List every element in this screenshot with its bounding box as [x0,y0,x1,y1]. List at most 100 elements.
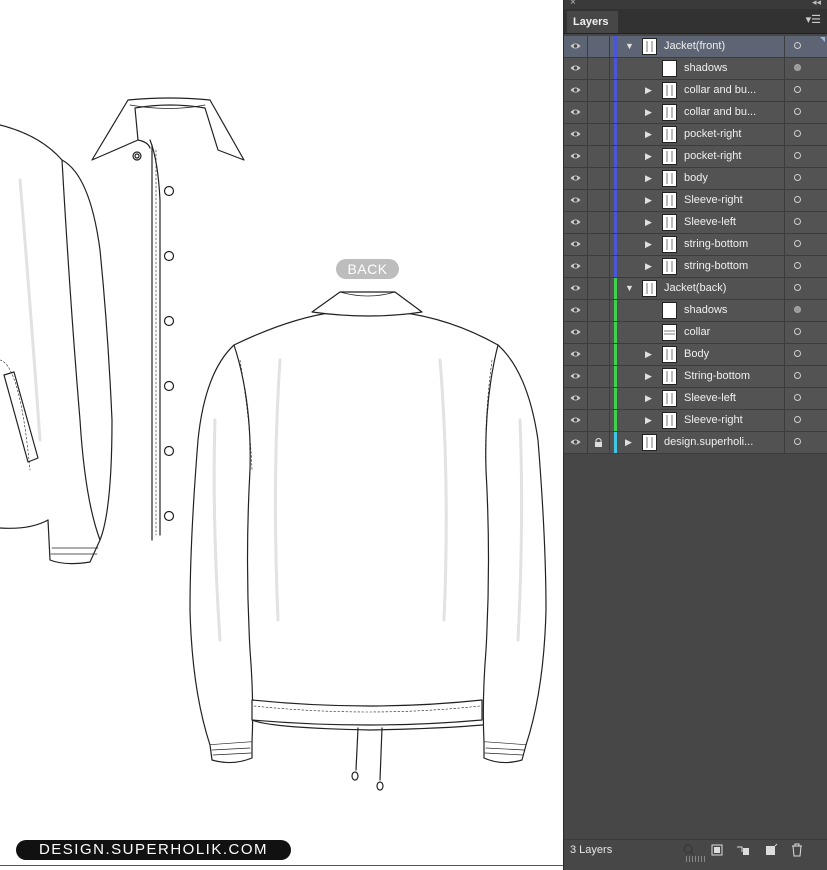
layer-row[interactable]: ▶ string-bottom [564,256,827,278]
visibility-eye-icon[interactable] [564,300,588,321]
panel-title-bar[interactable]: × ◂◂ [564,0,827,9]
expand-triangle-icon[interactable]: ▶ [625,432,632,453]
target-circle-icon[interactable] [784,432,827,453]
layer-row[interactable]: ▶ pocket-right [564,146,827,168]
layer-name[interactable]: Jacket(back) [664,278,726,299]
lock-toggle[interactable] [588,146,610,167]
layer-row[interactable]: ▼ Jacket(back) [564,278,827,300]
target-circle-icon[interactable] [784,80,827,101]
visibility-eye-icon[interactable] [564,388,588,409]
layer-name[interactable]: String-bottom [684,366,750,387]
target-circle-icon[interactable] [784,278,827,299]
layer-row[interactable]: ▶ collar and bu... [564,80,827,102]
tab-layers[interactable]: Layers [567,11,619,33]
lock-toggle[interactable] [588,58,610,79]
visibility-eye-icon[interactable] [564,146,588,167]
visibility-eye-icon[interactable] [564,168,588,189]
lock-toggle[interactable] [588,278,610,299]
lock-toggle[interactable] [588,36,610,57]
artboard-canvas[interactable]: BACK DESIGN.SUPERHOLIK.COM [0,0,563,870]
layer-row[interactable]: shadows [564,300,827,322]
close-panel-icon[interactable]: × [570,0,576,8]
locate-object-icon[interactable] [682,843,696,857]
expand-triangle-icon[interactable]: ▶ [645,366,652,387]
target-circle-icon[interactable] [784,124,827,145]
layer-name[interactable]: design.superholi... [664,432,753,453]
expand-triangle-icon[interactable]: ▶ [645,234,652,255]
collapse-panel-icon[interactable]: ◂◂ [812,0,821,8]
layer-row[interactable]: ▶ string-bottom [564,234,827,256]
visibility-eye-icon[interactable] [564,344,588,365]
expand-triangle-icon[interactable]: ▶ [645,190,652,211]
layer-row[interactable]: shadows [564,58,827,80]
layer-name[interactable]: Sleeve-left [684,212,736,233]
visibility-eye-icon[interactable] [564,80,588,101]
lock-toggle[interactable] [588,168,610,189]
lock-toggle[interactable] [588,366,610,387]
lock-toggle[interactable] [588,234,610,255]
panel-menu-icon[interactable]: ▾☰ [806,13,821,26]
expand-triangle-icon[interactable]: ▶ [645,124,652,145]
make-clipping-mask-icon[interactable] [710,843,724,857]
layer-name[interactable]: collar [684,322,710,343]
layer-name[interactable]: shadows [684,58,727,79]
visibility-eye-icon[interactable] [564,432,588,453]
create-new-layer-icon[interactable] [764,843,778,857]
layer-row[interactable]: ▶ Sleeve-right [564,410,827,432]
layer-row[interactable]: ▶ Sleeve-right [564,190,827,212]
lock-toggle[interactable] [588,212,610,233]
target-circle-icon[interactable] [784,366,827,387]
expand-triangle-icon[interactable]: ▶ [645,256,652,277]
layer-row[interactable]: ▶ Body [564,344,827,366]
target-circle-icon[interactable] [784,168,827,189]
visibility-eye-icon[interactable] [564,410,588,431]
visibility-eye-icon[interactable] [564,322,588,343]
create-sublayer-icon[interactable] [736,843,750,857]
lock-toggle[interactable] [588,124,610,145]
lock-toggle[interactable] [588,190,610,211]
visibility-eye-icon[interactable] [564,36,588,57]
target-circle-icon[interactable] [784,322,827,343]
lock-toggle[interactable] [588,80,610,101]
layer-row[interactable]: ▶ collar and bu... [564,102,827,124]
layer-row[interactable]: ▼ Jacket(front) [564,36,827,58]
expand-triangle-icon[interactable]: ▶ [645,146,652,167]
target-circle-icon[interactable] [784,344,827,365]
target-circle-icon[interactable] [784,58,827,79]
layer-row[interactable]: ▶ Sleeve-left [564,212,827,234]
layer-row[interactable]: ▶ design.superholi... [564,432,827,454]
lock-toggle[interactable] [588,322,610,343]
layer-row[interactable]: ▶ String-bottom [564,366,827,388]
lock-icon[interactable] [588,432,610,453]
lock-toggle[interactable] [588,410,610,431]
lock-toggle[interactable] [588,300,610,321]
expand-triangle-icon[interactable]: ▶ [645,344,652,365]
lock-toggle[interactable] [588,102,610,123]
expand-triangle-icon[interactable]: ▶ [645,168,652,189]
collapse-triangle-icon[interactable]: ▼ [625,36,634,57]
layer-name[interactable]: string-bottom [684,234,748,255]
target-circle-icon[interactable] [784,190,827,211]
lock-toggle[interactable] [588,256,610,277]
target-circle-icon[interactable] [784,388,827,409]
layer-name[interactable]: shadows [684,300,727,321]
layer-row[interactable]: ▶ body [564,168,827,190]
target-circle-icon[interactable] [784,212,827,233]
resize-grip[interactable] [686,856,706,862]
layer-name[interactable]: collar and bu... [684,80,756,101]
visibility-eye-icon[interactable] [564,212,588,233]
layer-name[interactable]: body [684,168,708,189]
layer-name[interactable]: Sleeve-right [684,190,743,211]
visibility-eye-icon[interactable] [564,124,588,145]
visibility-eye-icon[interactable] [564,256,588,277]
layer-name[interactable]: Body [684,344,709,365]
visibility-eye-icon[interactable] [564,366,588,387]
layer-name[interactable]: Jacket(front) [664,36,725,57]
visibility-eye-icon[interactable] [564,278,588,299]
visibility-eye-icon[interactable] [564,234,588,255]
expand-triangle-icon[interactable]: ▶ [645,388,652,409]
layer-name[interactable]: Sleeve-left [684,388,736,409]
visibility-eye-icon[interactable] [564,190,588,211]
layer-row[interactable]: ▶ Sleeve-left [564,388,827,410]
expand-triangle-icon[interactable]: ▶ [645,102,652,123]
